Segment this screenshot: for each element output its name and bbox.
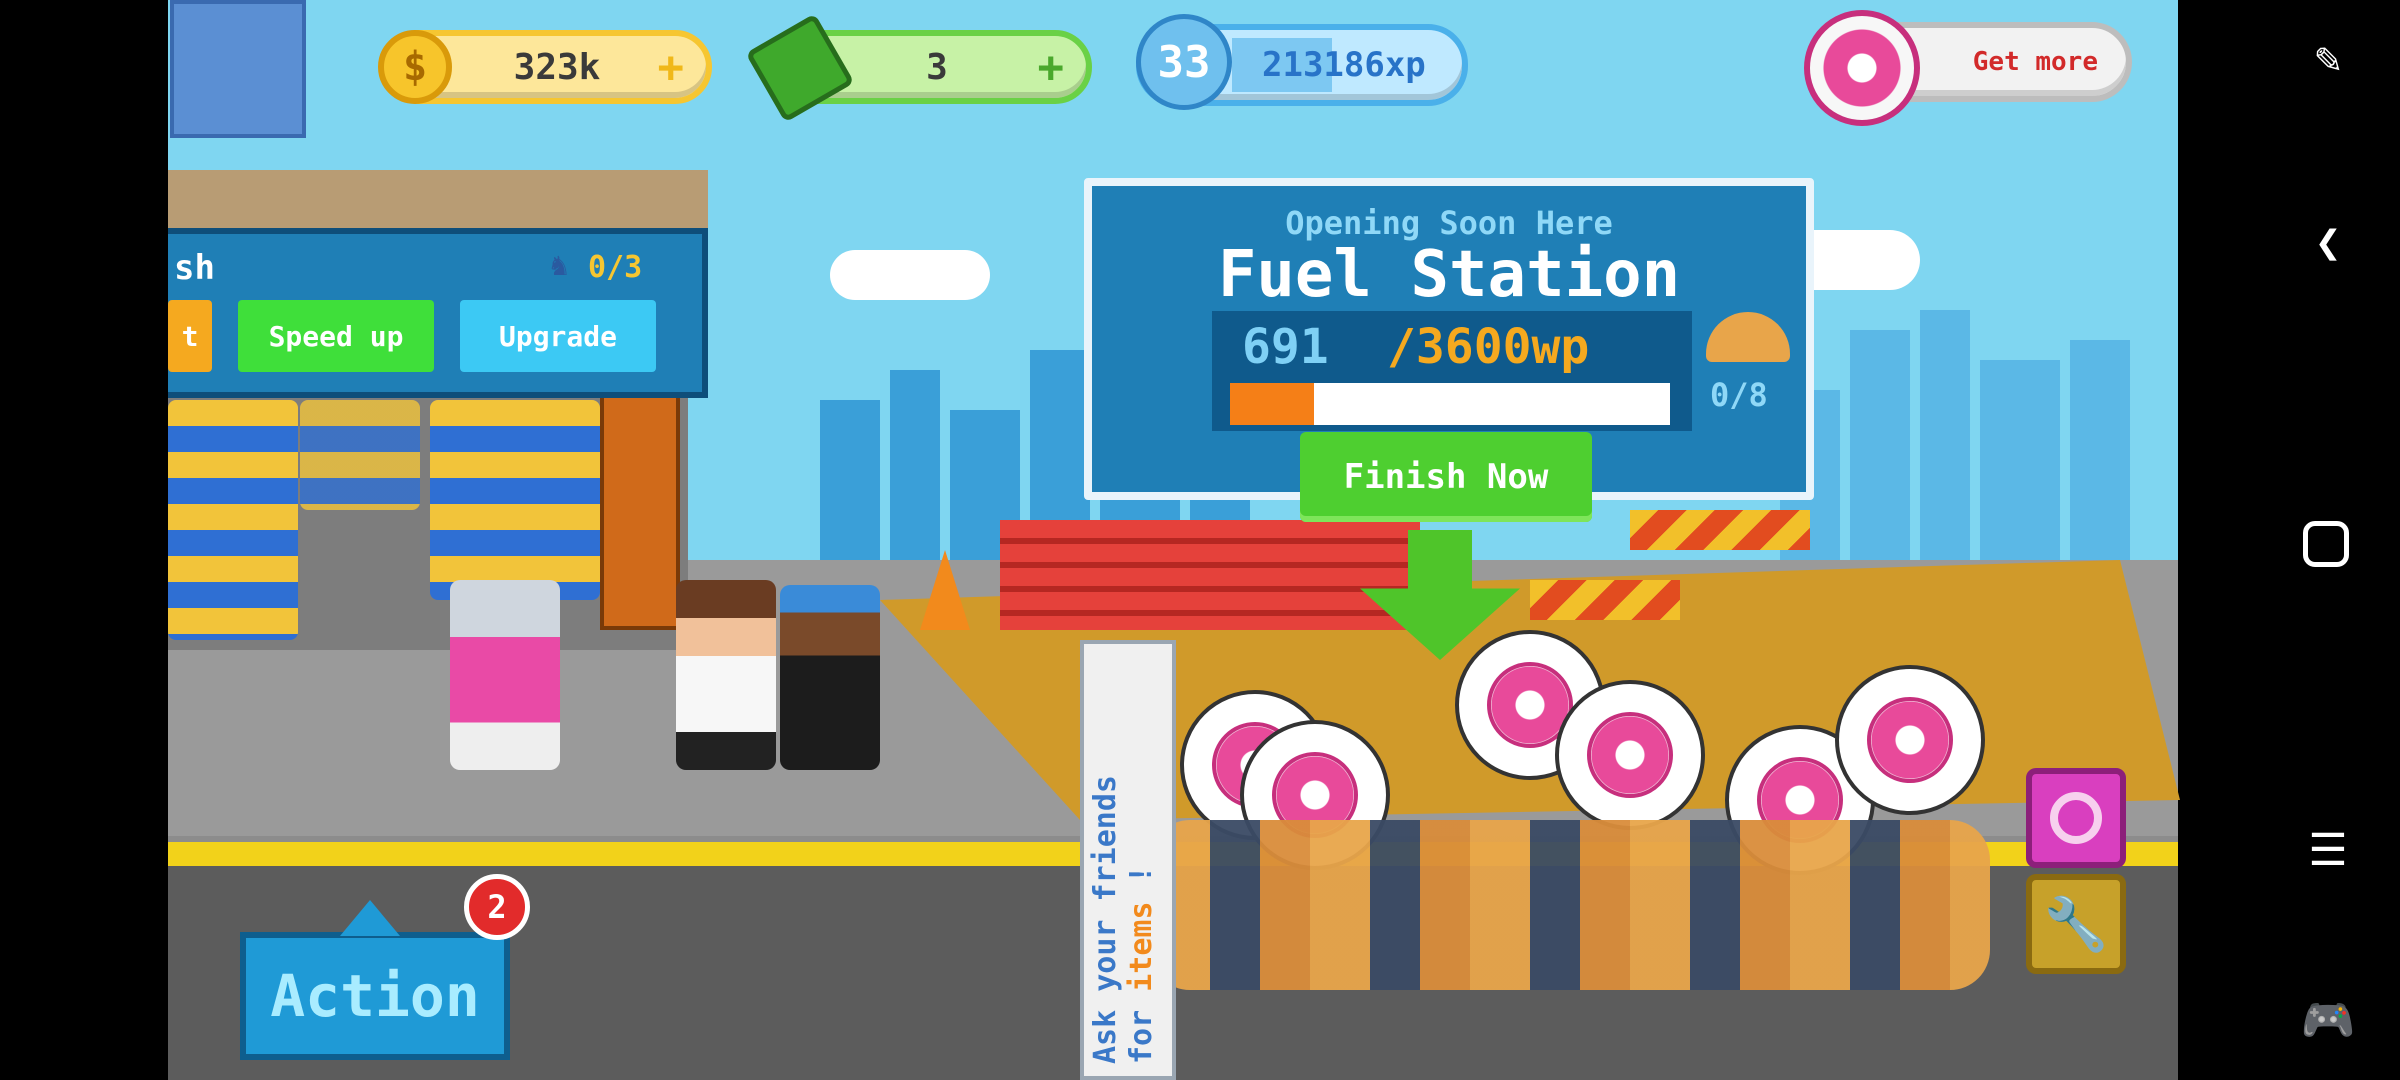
wash-pillar (600, 390, 680, 630)
badge-count: 2 (487, 888, 507, 926)
progress-track (1230, 383, 1670, 425)
opening-soon-label: Opening Soon Here (1285, 204, 1613, 242)
car-wash-left-button[interactable]: t (168, 300, 212, 372)
character-pink-shirt[interactable] (450, 580, 560, 770)
speed-up-button[interactable]: Speed up (238, 300, 434, 372)
level-badge: 33 (1136, 14, 1232, 110)
character-black-suit[interactable] (780, 585, 880, 770)
cash-value: 3 (926, 46, 948, 88)
avatar[interactable] (170, 0, 306, 138)
ask-friends-items: items (1124, 901, 1159, 992)
ask-friends-text: Ask your friends for items ! (1088, 775, 1160, 1064)
donut-icon (1587, 712, 1673, 798)
fuel-station-title: Fuel Station (1217, 238, 1681, 312)
finish-now-button[interactable]: Finish Now (1300, 432, 1592, 522)
ask-friends-sign[interactable]: Ask your friends for items ! (1080, 640, 1176, 1080)
notification-badge: 2 (464, 874, 530, 940)
progress-current: 691 (1242, 319, 1329, 375)
construction-workers[interactable] (1150, 820, 1990, 990)
screenshot-edit-icon[interactable]: ✎ (2298, 28, 2358, 88)
navigation-bar (2178, 0, 2400, 1080)
add-cash-button[interactable]: + (1038, 42, 1065, 93)
donut-shop-button[interactable] (2026, 768, 2126, 868)
level-value: 33 (1157, 36, 1211, 88)
add-coins-button[interactable]: + (658, 42, 685, 93)
worker-icon: ♞ (550, 248, 569, 283)
wash-brush (168, 400, 298, 640)
ask-friends-line2: for (1124, 1009, 1159, 1064)
bricks-stack (1000, 520, 1420, 630)
finish-now-label: Finish Now (1343, 457, 1549, 497)
left-letterbox (0, 0, 168, 1080)
upgrade-button[interactable]: Upgrade (460, 300, 656, 372)
car-wash-left-label: t (181, 319, 199, 353)
barrier (1630, 510, 1810, 550)
game-controller-icon[interactable]: 🎮 (2298, 990, 2358, 1050)
back-icon[interactable]: ❮ (2298, 212, 2358, 272)
wash-brush (430, 400, 600, 600)
character-striped-shirt[interactable] (676, 580, 776, 770)
recent-apps-icon[interactable]: ☰ (2298, 820, 2358, 880)
donut-outline-icon (2050, 792, 2102, 844)
donut-icon (1804, 10, 1920, 126)
ask-friends-exclaim: ! (1124, 865, 1159, 884)
coin-icon: $ (378, 30, 452, 104)
progress-panel: 691 /3600wp (1212, 311, 1692, 431)
barrier (1530, 580, 1680, 620)
speed-up-label: Speed up (268, 319, 404, 353)
progress-fill (1230, 383, 1315, 425)
wrench-icon: 🔧 (2043, 894, 2109, 955)
car-wash-panel: sh ♞ 0/3 t Speed up Upgrade (168, 228, 708, 398)
car-wash-roof (168, 170, 708, 230)
progress-total: /3600wp (1387, 319, 1590, 375)
action-button[interactable]: Action (240, 932, 510, 1060)
xp-value: 213186xp (1262, 45, 1426, 85)
build-tools-button[interactable]: 🔧 (2026, 874, 2126, 974)
wash-brush (300, 400, 420, 510)
home-icon[interactable] (2296, 514, 2356, 574)
car-wash-title: sh (174, 248, 215, 288)
upgrade-label: Upgrade (498, 319, 617, 353)
donut-bubble[interactable] (1555, 680, 1705, 830)
ask-friends-line1: Ask your friends (1088, 775, 1123, 1064)
car-wash-workers: 0/3 (588, 250, 643, 285)
action-label: Action (270, 962, 480, 1030)
coins-value: 323k (513, 46, 601, 88)
helmets-count: 0/8 (1710, 376, 1768, 414)
donut-bubble[interactable] (1835, 665, 1985, 815)
helmet-icon (1706, 312, 1790, 362)
get-more-label: Get more (1972, 47, 2098, 77)
donut-icon (1867, 697, 1953, 783)
